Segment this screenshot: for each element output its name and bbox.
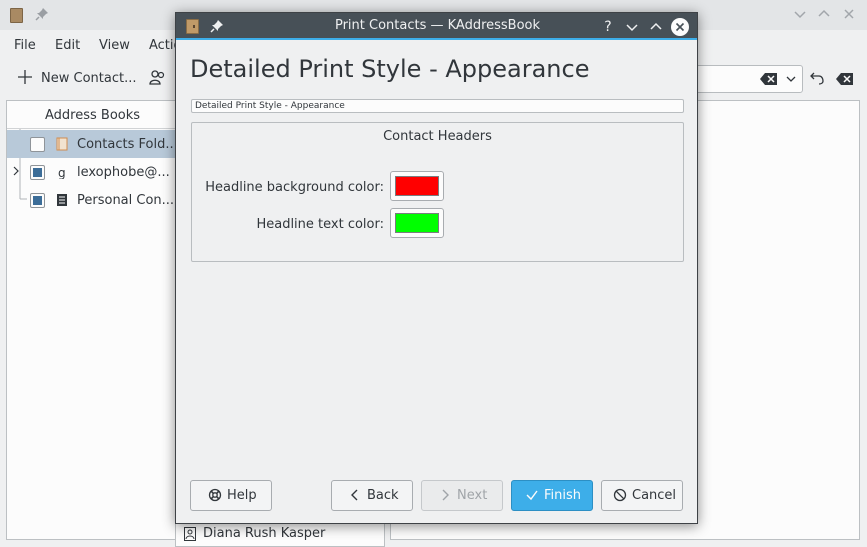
contact-headers-group: Contact Headers Headline background colo… (191, 122, 684, 262)
print-contacts-dialog: Print Contacts — KAddressBook ? Detailed… (175, 12, 698, 524)
color-swatch (395, 213, 439, 233)
menu-view[interactable]: View (99, 38, 130, 53)
maximize-icon[interactable] (816, 6, 832, 22)
folder-contacts-icon (56, 137, 68, 151)
help-icon[interactable]: ? (599, 18, 617, 36)
contact-list-item[interactable]: Diana Rush Kasper (203, 526, 325, 541)
finish-button-label: Finish (544, 488, 582, 503)
page-banner: Detailed Print Style - Appearance (191, 99, 684, 113)
pin-icon[interactable] (35, 7, 49, 21)
color-swatch (395, 176, 439, 196)
address-book-label: Personal Con... (77, 193, 175, 208)
users-icon[interactable] (149, 69, 166, 86)
menu-edit[interactable]: Edit (55, 38, 80, 53)
close-icon[interactable] (841, 6, 857, 22)
scrollbar[interactable] (860, 100, 867, 540)
address-book-label: lexophobe@... (77, 165, 170, 180)
finish-button[interactable]: Finish (511, 480, 593, 511)
minimize-icon[interactable] (623, 18, 641, 36)
svg-text:g: g (58, 166, 66, 179)
clear-search-icon[interactable] (760, 72, 778, 86)
address-books-title: Address Books (45, 108, 141, 123)
google-icon: g (58, 166, 66, 179)
new-contact-button[interactable]: New Contact... (41, 71, 136, 86)
undo-icon[interactable] (810, 71, 824, 85)
contact-list: Diana Rush Kasper (175, 520, 385, 547)
next-button-label: Next (457, 488, 488, 503)
checkbox[interactable] (30, 193, 45, 208)
headline-text-color-button[interactable] (390, 208, 444, 238)
address-book-item[interactable]: Contacts Fold... (7, 130, 185, 158)
chevron-left-icon (351, 489, 358, 501)
cancel-button-label: Cancel (632, 488, 677, 503)
next-button[interactable]: Next (421, 480, 503, 511)
app-icon (10, 8, 23, 23)
maximize-icon[interactable] (647, 18, 665, 36)
address-books-header: Address Books (7, 101, 185, 129)
address-book-item[interactable]: Personal Con... (7, 186, 185, 214)
chevron-right-icon (442, 489, 449, 501)
plus-icon[interactable] (17, 69, 33, 85)
close-icon[interactable] (671, 18, 689, 36)
checkbox[interactable] (30, 137, 45, 152)
chevron-down-icon[interactable] (786, 74, 796, 84)
headline-text-color-label: Headline text color: (256, 217, 384, 232)
pin-icon[interactable] (210, 19, 224, 33)
help-button[interactable]: Help (190, 480, 272, 511)
menu-file[interactable]: File (14, 38, 36, 53)
address-book-item[interactable]: g lexophobe@... (7, 158, 185, 186)
clear-filter-icon[interactable] (836, 72, 854, 86)
cancel-button[interactable]: Cancel (601, 480, 683, 511)
chevron-right-icon[interactable] (11, 166, 21, 176)
page-banner-text: Detailed Print Style - Appearance (195, 101, 345, 111)
headline-background-color-button[interactable] (390, 171, 444, 201)
back-button[interactable]: Back (331, 480, 413, 511)
headline-background-color-label: Headline background color: (205, 180, 384, 195)
group-title: Contact Headers (383, 129, 492, 144)
checkmark-icon (526, 490, 538, 501)
dialog-title: Print Contacts — KAddressBook (334, 18, 541, 33)
person-icon (184, 527, 196, 541)
page-title: Detailed Print Style - Appearance (190, 55, 590, 83)
app-icon (186, 19, 199, 34)
back-button-label: Back (367, 488, 399, 503)
checkbox[interactable] (30, 165, 45, 180)
address-book-icon (57, 194, 67, 206)
dialog-titlebar[interactable]: Print Contacts — KAddressBook ? (176, 13, 697, 40)
cancel-icon (613, 488, 627, 502)
help-lifebuoy-icon (208, 488, 222, 502)
address-book-label: Contacts Fold... (77, 137, 178, 152)
help-button-label: Help (227, 488, 257, 503)
address-books-panel: Address Books Contacts Fold... g lexopho… (6, 100, 186, 540)
minimize-icon[interactable] (792, 6, 808, 22)
